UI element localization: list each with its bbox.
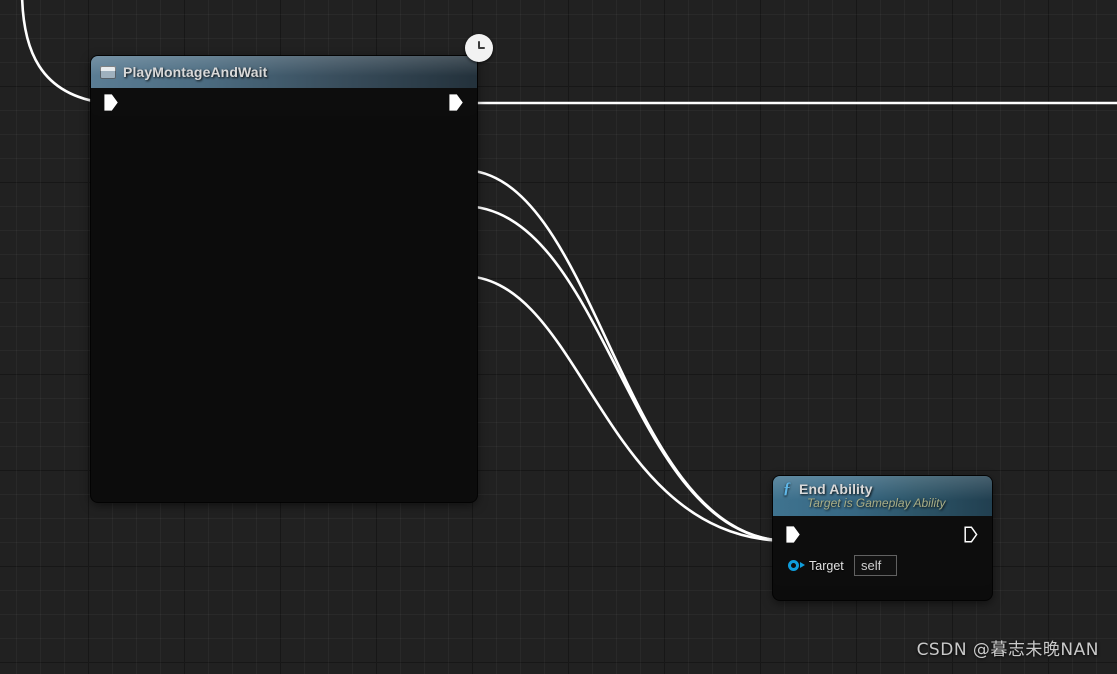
node-subtitle: Target is Gameplay Ability <box>807 496 946 510</box>
pin-exec-in[interactable] <box>104 94 118 111</box>
node-body: Task Instance Name None Montage to Play … <box>91 88 477 116</box>
function-icon: ƒ <box>783 480 791 497</box>
watermark: CSDN @暮志未晚NAN <box>916 640 1099 660</box>
node-play-montage-and-wait[interactable]: PlayMontageAndWait Task Instance Name No… <box>91 34 493 502</box>
label-target: Target <box>809 559 844 573</box>
exec-row <box>91 88 477 116</box>
node-title: PlayMontageAndWait <box>123 64 268 80</box>
node-title: End Ability <box>799 481 873 497</box>
pin-exec-in[interactable] <box>786 526 800 543</box>
clock-icon <box>465 34 493 62</box>
node-body: Target self <box>773 516 992 586</box>
pin-target-arrow <box>800 562 805 568</box>
pin-exec-out[interactable] <box>964 526 978 543</box>
pin-exec-out[interactable] <box>449 94 463 111</box>
montage-icon <box>100 65 116 79</box>
field-target[interactable]: self <box>854 555 897 576</box>
pin-target[interactable] <box>788 560 799 571</box>
node-header[interactable]: PlayMontageAndWait <box>91 56 477 88</box>
node-header[interactable]: ƒ End Ability Target is Gameplay Ability <box>773 476 992 516</box>
node-end-ability[interactable]: ƒ End Ability Target is Gameplay Ability… <box>773 476 992 600</box>
